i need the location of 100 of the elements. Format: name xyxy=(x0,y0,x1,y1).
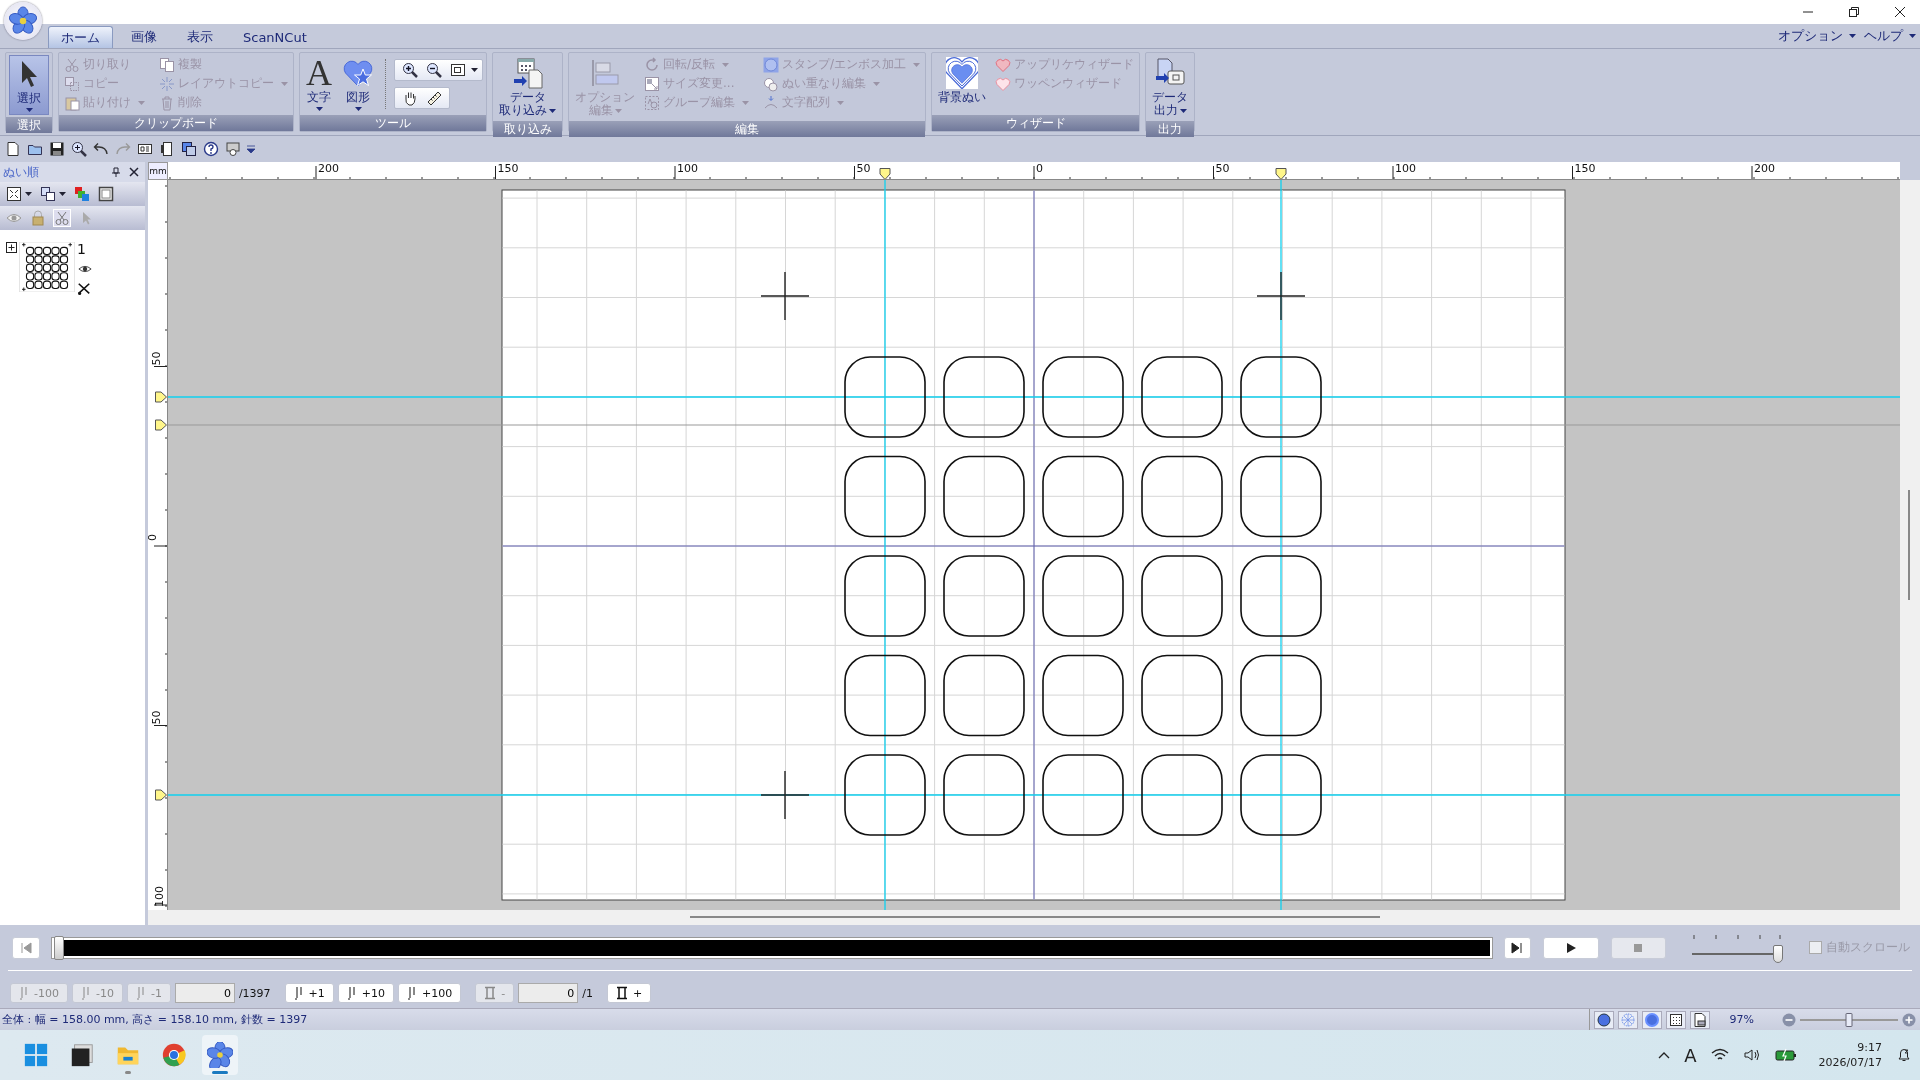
scissors-icon[interactable] xyxy=(77,282,91,296)
duplicate-icon xyxy=(159,56,175,73)
slider-thumb[interactable] xyxy=(1773,944,1784,963)
ribbon-button[interactable]: 背景ぬい xyxy=(935,55,990,113)
ribbon-button[interactable]: 図形 xyxy=(339,55,377,113)
circle-icon xyxy=(1643,1011,1660,1028)
slider-thumb[interactable] xyxy=(53,935,64,960)
view-mode-button[interactable] xyxy=(1665,1010,1686,1029)
guide-marker-icon[interactable] xyxy=(155,789,167,801)
menu-button[interactable]: オプション xyxy=(1778,27,1856,45)
window-icon xyxy=(69,1042,95,1068)
start-icon xyxy=(23,1042,49,1068)
ruler-label: 200 xyxy=(318,163,339,174)
help-icon[interactable] xyxy=(203,141,219,157)
pin-icon[interactable] xyxy=(111,167,121,177)
group-icon[interactable] xyxy=(40,186,56,202)
zoom-out-icon[interactable] xyxy=(426,62,442,78)
layers-icon[interactable] xyxy=(181,141,197,157)
hand-icon[interactable] xyxy=(402,90,418,106)
panel-icon[interactable] xyxy=(137,141,153,157)
ruler-label: 50 xyxy=(150,710,162,724)
zoom-slider[interactable] xyxy=(1800,1012,1898,1027)
group-label: 編集 xyxy=(569,121,926,137)
frame-icon[interactable] xyxy=(159,141,175,157)
thread-button[interactable]: + xyxy=(606,983,652,1003)
close-icon[interactable] xyxy=(1894,6,1906,18)
zoom-in-icon[interactable] xyxy=(402,62,418,78)
play-icon xyxy=(1565,941,1578,954)
ruler-icon[interactable] xyxy=(426,90,442,106)
chevron-up-icon[interactable] xyxy=(1658,1051,1671,1059)
fit-icon[interactable] xyxy=(6,186,22,202)
resize-icon xyxy=(644,75,660,92)
overlap-icon xyxy=(763,75,779,92)
group-label: ウィザード xyxy=(932,115,1140,131)
zoom-icon[interactable] xyxy=(71,141,87,157)
wifi-icon[interactable] xyxy=(1710,1048,1729,1062)
browser-icon xyxy=(161,1042,187,1068)
view-mode-button[interactable] xyxy=(1689,1010,1710,1029)
ribbon-tab[interactable]: 表示 xyxy=(175,26,225,48)
zoom-level: 97% xyxy=(1729,1013,1754,1026)
heart-icon xyxy=(995,56,1012,73)
save-icon[interactable] xyxy=(49,141,65,157)
status-text: 全体 : 幅 = 158.00 mm, 高さ = 158.10 mm, 針数 = 1397 xyxy=(1,1012,308,1027)
import-icon xyxy=(511,57,544,89)
stitch-icon xyxy=(1619,1011,1636,1028)
ruler-unit: mm xyxy=(148,162,168,180)
expand-icon[interactable] xyxy=(6,242,17,253)
ribbon-tab[interactable]: ScanNCut xyxy=(231,26,319,48)
speaker-icon[interactable] xyxy=(1742,1048,1761,1062)
skip-end-button[interactable] xyxy=(1503,936,1532,959)
ribbon-tab[interactable]: 画像 xyxy=(119,26,169,48)
close-icon[interactable] xyxy=(129,167,139,177)
ribbon-button[interactable]: データ 出力 xyxy=(1149,55,1192,119)
guide-marker-icon[interactable] xyxy=(155,419,167,431)
clock[interactable]: 9:17 2026/07/17 xyxy=(1818,1040,1882,1070)
ruler-label: 50 xyxy=(856,163,871,174)
fit-icon[interactable] xyxy=(450,62,466,78)
bell-icon[interactable] xyxy=(1896,1047,1912,1063)
item-number: 1 xyxy=(77,242,86,256)
speed-slider[interactable] xyxy=(1692,932,1784,963)
page-icon xyxy=(1691,1011,1708,1028)
clipboard-icon xyxy=(64,94,80,111)
restore-icon[interactable] xyxy=(1848,6,1860,18)
battery-icon[interactable] xyxy=(1774,1048,1797,1062)
guide-marker-icon[interactable] xyxy=(155,391,167,403)
slider-thumb[interactable] xyxy=(1845,1012,1853,1027)
frame-icon[interactable] xyxy=(98,186,114,202)
embroidery-design-drawing[interactable] xyxy=(844,356,1322,836)
group-label: 取り込み xyxy=(493,121,562,137)
scrollbar-thumb[interactable] xyxy=(690,916,1380,918)
rotate-icon xyxy=(644,56,660,73)
view-mode-button[interactable] xyxy=(1593,1010,1614,1029)
undo-icon[interactable] xyxy=(93,141,109,157)
ribbon-button[interactable]: A 文字 xyxy=(303,55,335,113)
stitch-field[interactable]: 0 xyxy=(518,983,579,1003)
ribbon-button[interactable]: 選択 xyxy=(9,55,49,115)
play-button[interactable] xyxy=(1543,936,1599,959)
machine-icon[interactable] xyxy=(225,141,241,157)
color-icon[interactable] xyxy=(74,186,90,202)
group-label: 出力 xyxy=(1146,121,1195,137)
needle-button[interactable]: +10 xyxy=(337,983,395,1003)
ime-indicator[interactable]: A xyxy=(1684,1044,1697,1066)
needle-button[interactable]: +1 xyxy=(284,983,334,1003)
skip-start-button[interactable] xyxy=(12,936,40,959)
group-label: クリップボード xyxy=(59,115,293,131)
app-menu-button[interactable] xyxy=(4,2,42,40)
caret-icon[interactable] xyxy=(247,145,255,153)
caret-icon xyxy=(1849,34,1856,38)
panel-title: ぬい順 xyxy=(3,163,40,181)
stop-icon xyxy=(1632,941,1645,954)
scrollbar-thumb[interactable] xyxy=(1908,490,1910,600)
needle-button[interactable]: +100 xyxy=(398,983,462,1003)
ribbon-button[interactable]: データ 取り込み xyxy=(496,55,559,119)
group-icon xyxy=(644,94,660,111)
stitch-field[interactable]: 0 xyxy=(174,983,235,1003)
menu-button[interactable]: ヘルプ xyxy=(1864,27,1916,45)
new-file-icon[interactable] xyxy=(5,141,21,157)
ruler-label: 50 xyxy=(1215,163,1230,174)
spool-icon xyxy=(615,986,628,1000)
ribbon-tab[interactable]: ホーム xyxy=(48,26,113,48)
